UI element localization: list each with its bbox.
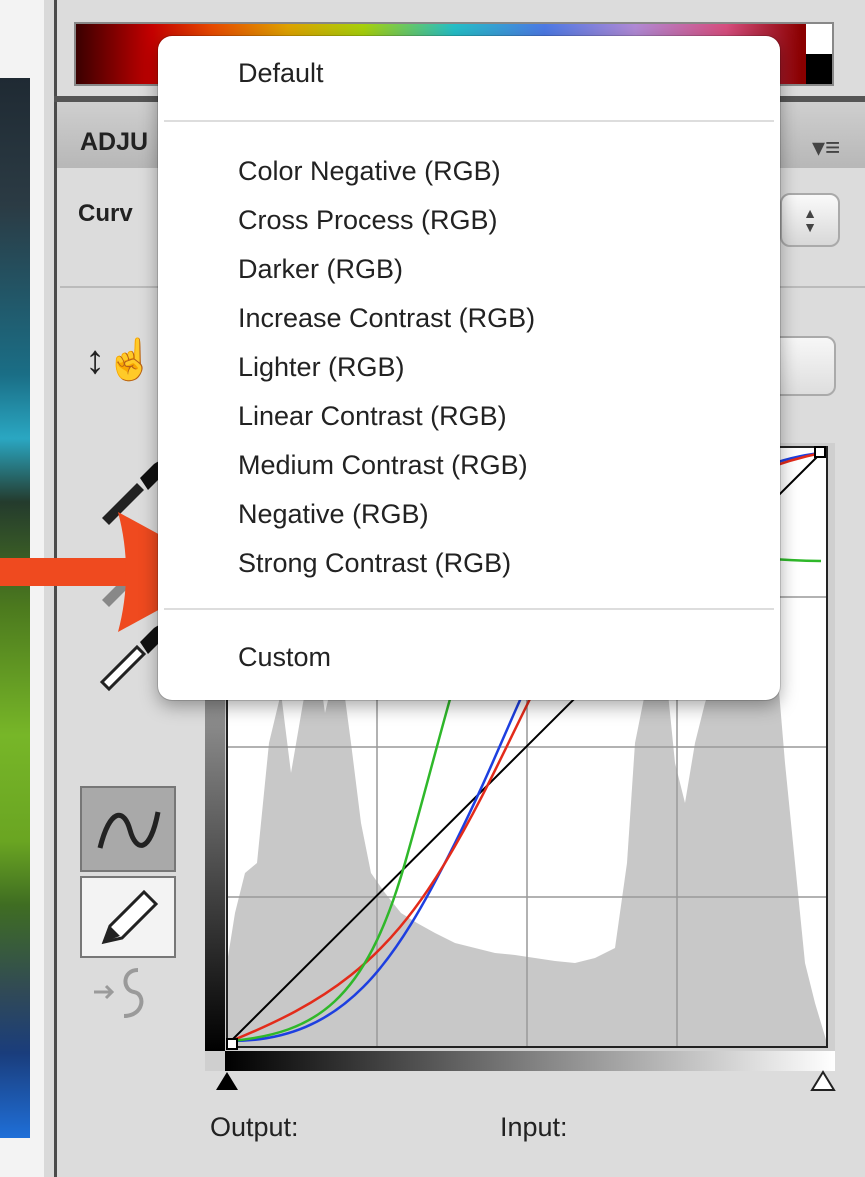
menu-item-increase-contrast[interactable]: Increase Contrast (RGB) bbox=[238, 303, 535, 334]
pencil-tool-button[interactable] bbox=[80, 876, 176, 958]
menu-item-negative[interactable]: Negative (RGB) bbox=[238, 499, 429, 530]
panel-menu-icon[interactable]: ▾≡ bbox=[812, 132, 840, 163]
menu-item-cross-process[interactable]: Cross Process (RGB) bbox=[238, 205, 498, 236]
smooth-curve-icon[interactable] bbox=[88, 962, 158, 1022]
menu-item-medium-contrast[interactable]: Medium Contrast (RGB) bbox=[238, 450, 528, 481]
menu-item-custom[interactable]: Custom bbox=[238, 642, 331, 673]
menu-separator bbox=[164, 608, 774, 610]
targeted-adjustment-hand-icon[interactable]: ↕☝ bbox=[85, 336, 155, 383]
black-point-slider[interactable] bbox=[212, 1068, 242, 1098]
menu-item-linear-contrast[interactable]: Linear Contrast (RGB) bbox=[238, 401, 507, 432]
updown-arrows-icon: ▲ ▼ bbox=[803, 205, 817, 235]
menu-item-color-negative[interactable]: Color Negative (RGB) bbox=[238, 156, 501, 187]
curve-tool-button[interactable] bbox=[80, 786, 176, 872]
curve-icon bbox=[97, 811, 161, 849]
preset-dropdown-menu: Default Color Negative (RGB) Cross Proce… bbox=[158, 36, 780, 700]
menu-item-strong-contrast[interactable]: Strong Contrast (RGB) bbox=[238, 548, 511, 579]
menu-item-darker[interactable]: Darker (RGB) bbox=[238, 254, 403, 285]
black-white-swatch[interactable] bbox=[806, 24, 832, 84]
curves-label: Curv bbox=[78, 200, 133, 227]
output-label: Output: bbox=[210, 1112, 299, 1142]
input-label: Input: bbox=[500, 1112, 568, 1142]
pencil-icon bbox=[101, 889, 159, 945]
panel-title: ADJU bbox=[80, 128, 149, 156]
white-point-slider[interactable] bbox=[808, 1068, 838, 1098]
preset-select[interactable]: ▲ ▼ bbox=[780, 193, 840, 247]
menu-separator bbox=[164, 120, 774, 122]
menu-item-default[interactable]: Default bbox=[238, 58, 324, 89]
menu-item-lighter[interactable]: Lighter (RGB) bbox=[238, 352, 405, 383]
